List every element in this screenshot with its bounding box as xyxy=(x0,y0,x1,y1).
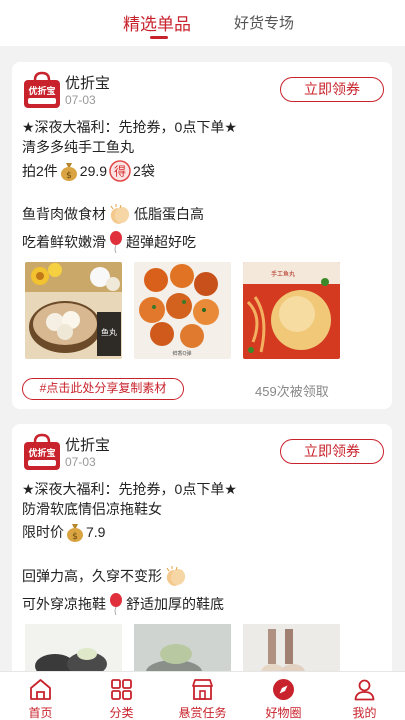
post-text-line: ★深夜大福利：先抢券，0点下单★ xyxy=(22,119,237,135)
nav-label: 好物圈 xyxy=(265,706,302,720)
product-photo[interactable]: 手工鱼丸 xyxy=(243,262,340,359)
user-icon xyxy=(354,679,375,701)
bottom-navigation: 首页 分类 悬赏任务 好物圈 我的 xyxy=(0,671,405,720)
tab-active-indicator xyxy=(150,36,168,39)
nav-label: 首页 xyxy=(28,706,53,720)
description-text: 超弹超好吃 xyxy=(126,234,196,250)
product-title: 清多多纯手工鱼丸 xyxy=(22,139,134,155)
shop-name: 优折宝 xyxy=(65,75,111,92)
store-icon xyxy=(192,679,213,700)
photo-caption: 手工鱼丸 xyxy=(271,270,295,278)
money-bag-icon: $ xyxy=(60,163,77,181)
nav-bounty-tasks[interactable]: 悬赏任务 xyxy=(162,672,243,720)
price-suffix: 2袋 xyxy=(133,163,155,179)
description-text: 吃着鲜软嫩滑 xyxy=(22,234,106,250)
tab-collections[interactable]: 好货专场 xyxy=(234,12,294,33)
nav-label: 悬赏任务 xyxy=(178,706,227,720)
compass-icon xyxy=(273,679,294,700)
description-text: 低脂蛋白高 xyxy=(134,206,204,222)
claim-count: 459次被领取 xyxy=(255,384,329,399)
post-date: 07-03 xyxy=(65,93,96,107)
description-text: 可外穿凉拖鞋 xyxy=(22,596,106,612)
nav-label: 分类 xyxy=(109,706,134,720)
clapping-hands-icon xyxy=(166,566,186,586)
product-photo[interactable]: 鱼丸 xyxy=(25,262,122,359)
nav-home[interactable]: 首页 xyxy=(0,672,81,720)
description-line: 鱼背肉做食材 低脂蛋白高 xyxy=(22,203,204,225)
get-coupon-button[interactable]: 立即领券 xyxy=(280,77,384,102)
nav-good-stuff-circle[interactable]: 好物圈 xyxy=(243,672,324,720)
price-prefix: 拍2件 xyxy=(22,163,58,179)
home-icon xyxy=(30,679,51,700)
de-badge-icon: 得 xyxy=(109,160,131,182)
photo-caption: 鲜香Q弹 xyxy=(173,350,192,357)
description-text: 回弹力高，久穿不变形 xyxy=(22,568,162,584)
post-text-line: ★深夜大福利：先抢券，0点下单★ xyxy=(22,481,237,497)
fishball-tag: 鱼丸 xyxy=(101,327,117,337)
share-material-button[interactable]: #点击此处分享复制素材 xyxy=(22,378,184,400)
grid-icon xyxy=(111,679,132,700)
product-photo[interactable]: 鲜香Q弹 xyxy=(134,262,231,359)
shop-logo: 优折宝 xyxy=(24,71,60,108)
de-glyph: 得 xyxy=(114,164,126,179)
shop-logo: 优折宝 xyxy=(24,433,60,470)
tab-featured[interactable]: 精选单品 xyxy=(123,10,191,35)
nav-label: 我的 xyxy=(352,706,377,720)
money-bag-icon: $ xyxy=(67,524,83,542)
price-value: 29.9 xyxy=(79,163,108,179)
price-line: 限时价 $ 7.9 xyxy=(22,522,105,542)
post-card: 优折宝 优折宝 07-03 立即领券 ★深夜大福利：先抢券，0点下单★ 清多多纯… xyxy=(12,62,392,409)
description-text: 鱼背肉做食材 xyxy=(22,206,106,222)
price-prefix: 限时价 xyxy=(22,524,64,540)
nav-category[interactable]: 分类 xyxy=(81,672,162,720)
clapping-hands-icon xyxy=(110,204,130,224)
description-line: 可外穿凉拖鞋 舒适加厚的鞋底 xyxy=(22,593,224,615)
shop-name: 优折宝 xyxy=(65,437,111,454)
post-date: 07-03 xyxy=(65,455,96,469)
balloon-icon xyxy=(110,593,122,615)
description-line: 吃着鲜软嫩滑 超弹超好吃 xyxy=(22,231,196,253)
description-text: 舒适加厚的鞋底 xyxy=(126,596,224,612)
nav-mine[interactable]: 我的 xyxy=(324,672,405,720)
svg-text:$: $ xyxy=(72,532,78,542)
price-value: 7.9 xyxy=(86,524,106,540)
product-title: 防滑软底情侣凉拖鞋女 xyxy=(22,501,162,517)
price-line: 拍2件 $ 29.9 得 2袋 xyxy=(22,160,155,182)
description-line: 回弹力高，久穿不变形 xyxy=(22,565,190,587)
balloon-icon xyxy=(110,231,122,253)
get-coupon-button[interactable]: 立即领券 xyxy=(280,439,384,464)
svg-text:$: $ xyxy=(66,171,72,181)
logo-text: 优折宝 xyxy=(28,447,55,459)
logo-text: 优折宝 xyxy=(28,85,55,97)
top-tab-bar: 精选单品 好货专场 xyxy=(0,0,405,46)
post-card: 优折宝 优折宝 07-03 立即领券 ★深夜大福利：先抢券，0点下单★ 防滑软底… xyxy=(12,424,392,684)
